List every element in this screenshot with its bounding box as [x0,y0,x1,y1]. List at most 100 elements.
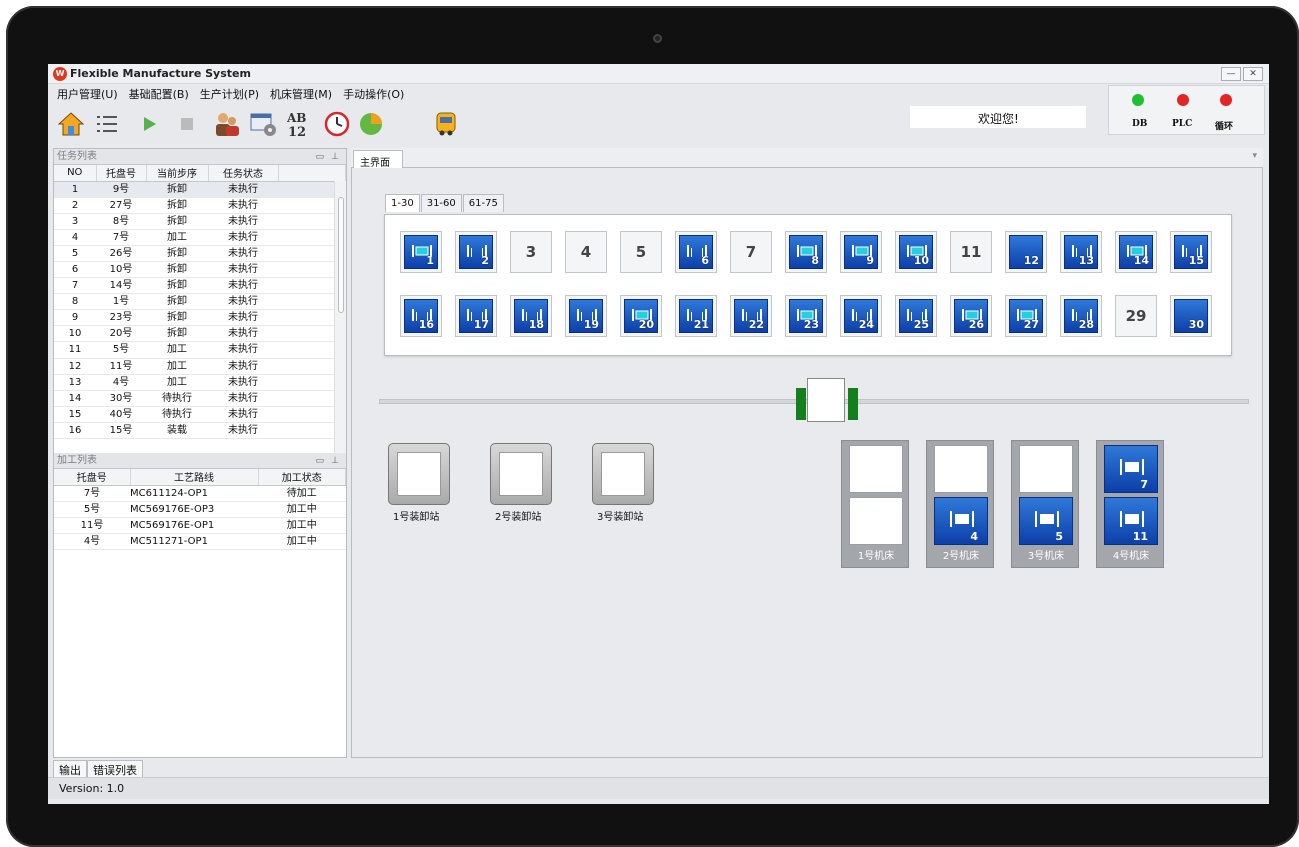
panel-float-icon[interactable]: ▭ [315,454,324,469]
pallet-cell[interactable]: 6 [675,231,717,273]
panel-pin-icon[interactable]: ⊥ [331,150,339,165]
pallet-cell[interactable]: 11 [950,231,992,273]
pallet-cell[interactable]: 28 [1060,295,1102,337]
table-row[interactable]: 10 20号 拆卸 未执行 [54,325,346,343]
table-row[interactable]: 9 23号 拆卸 未执行 [54,309,346,327]
config-icon[interactable] [248,109,278,139]
clock-icon[interactable] [322,109,352,139]
tab-pallets-31-60[interactable]: 31-60 [420,194,462,212]
task-table: NO 托盘号 当前步序 任务状态 1 9号 拆卸 未执行 2 27号 拆卸 未执行 3 8号 拆卸未… [54,165,346,453]
pallet-cell[interactable]: 20 [620,295,662,337]
menu-machine-management[interactable]: 机床管理(M) [270,86,332,102]
list-icon[interactable] [92,109,122,139]
menu-production-plan[interactable]: 生产计划(P) [200,86,259,102]
ab12-icon[interactable]: AB 12 [284,109,314,139]
pallet-cell[interactable]: 17 [455,295,497,337]
pallet-cell[interactable]: 25 [895,295,937,337]
table-row[interactable]: 12 11号 加工 未执行 [54,358,346,375]
pallet-cell[interactable]: 14 [1115,231,1157,273]
col-route[interactable]: 工艺路线 [130,469,259,486]
table-row[interactable]: 4号 MC511271-OP1 加工中 [54,533,346,550]
stop-icon[interactable] [172,109,202,139]
machine-4[interactable]: 7 11 4号机床 [1096,440,1164,568]
station-3-label: 3号装卸站 [597,512,644,523]
pallet-cell[interactable]: 3 [510,231,552,273]
panel-pin-icon[interactable]: ⊥ [331,454,339,469]
tab-pallets-61-75[interactable]: 61-75 [462,194,504,212]
machine-1[interactable]: 1号机床 [841,440,909,568]
col-pallet[interactable]: 托盘号 [54,469,131,486]
pallet-cell[interactable]: 18 [510,295,552,337]
station-1[interactable] [388,443,450,505]
pallet-icon: 22 [734,299,768,333]
pallet-cell[interactable]: 5 [620,231,662,273]
pallet-cell[interactable]: 26 [950,295,992,337]
pallet-cell[interactable]: 12 [1005,231,1047,273]
minimize-button[interactable]: — [1221,67,1241,81]
table-row[interactable]: 2 27号 拆卸 未执行 [54,197,346,214]
table-row[interactable]: 15 40号 待执行 未执行 [54,406,346,423]
pallet-cell[interactable]: 22 [730,295,772,337]
machine-3[interactable]: 5 3号机床 [1011,440,1079,568]
table-row[interactable]: 4 7号 加工 未执行 [54,229,346,246]
pallet-cell[interactable]: 9 [840,231,882,273]
table-row[interactable]: 14 30号 待执行 未执行 [54,390,346,407]
table-row[interactable]: 8 1号 拆卸 未执行 [54,293,346,311]
pallet-number: 14 [1133,254,1149,267]
station-3[interactable] [592,443,654,505]
menu-manual-operation[interactable]: 手动操作(O) [343,86,404,102]
users-icon[interactable] [212,109,242,139]
tab-main[interactable]: 主界面 [353,150,403,169]
menu-user-management[interactable]: 用户管理(U) [57,86,118,102]
pallet-cell[interactable]: 7 [730,231,772,273]
col-status[interactable]: 任务状态 [208,165,279,182]
pallet-cell[interactable]: 30 [1170,295,1212,337]
table-row[interactable]: 11 5号 加工 未执行 [54,341,346,359]
table-row[interactable]: 6 10号 拆卸 未执行 [54,261,346,279]
pallet-cell[interactable]: 15 [1170,231,1212,273]
pallet-cell[interactable]: 13 [1060,231,1102,273]
tab-pallets-1-30[interactable]: 1-30 [385,194,420,212]
pallet-number: 8 [811,254,819,267]
table-row[interactable]: 7 14号 拆卸 未执行 [54,277,346,295]
pallet-cell[interactable]: 10 [895,231,937,273]
col-pallet[interactable]: 托盘号 [96,165,147,182]
pallet-cell[interactable]: 4 [565,231,607,273]
bus-icon[interactable] [431,109,461,139]
pallet-cell[interactable]: 27 [1005,295,1047,337]
table-cell: 8 [54,293,96,311]
panel-float-icon[interactable]: ▭ [315,150,324,165]
pallet-cell[interactable]: 19 [565,295,607,337]
table-row[interactable]: 5 26号 拆卸 未执行 [54,245,346,262]
pallet-number: 18 [528,318,544,331]
pallet-cell[interactable]: 2 [455,231,497,273]
table-row[interactable]: 16 15号 装载 未执行 [54,422,346,440]
pallet-cell[interactable]: 24 [840,295,882,337]
table-row[interactable]: 1 9号 拆卸 未执行 [54,181,346,198]
close-button[interactable]: ✕ [1243,67,1263,81]
home-icon[interactable] [56,109,86,139]
table-row[interactable]: 5号 MC569176E-OP3 加工中 [54,501,346,518]
table-row[interactable]: 13 4号 加工 未执行 [54,374,346,391]
menu-basic-config[interactable]: 基础配置(B) [129,86,189,102]
col-step[interactable]: 当前步序 [146,165,209,182]
table-row[interactable]: 7号 MC611124-OP1 待加工 [54,485,346,502]
col-process-status[interactable]: 加工状态 [258,469,346,486]
pallet-cell[interactable]: 8 [785,231,827,273]
pallet-cell[interactable]: 29 [1115,295,1157,337]
pallet-cell[interactable]: 16 [400,295,442,337]
pie-chart-icon[interactable] [356,109,386,139]
machine-2[interactable]: 4 2号机床 [926,440,994,568]
table-row[interactable]: 11号 MC569176E-OP1 加工中 [54,517,346,534]
pallet-cell[interactable]: 23 [785,295,827,337]
pallet-cell[interactable]: 21 [675,295,717,337]
task-scrollbar[interactable] [334,181,346,453]
table-row[interactable]: 3 8号 拆卸 未执行 [54,213,346,230]
play-icon[interactable] [134,109,164,139]
col-no[interactable]: NO [54,165,97,182]
pallet-cell[interactable]: 1 [400,231,442,273]
rail-cart[interactable] [807,378,845,422]
station-2[interactable] [490,443,552,505]
scroll-thumb[interactable] [338,197,344,313]
chevron-down-icon[interactable]: ▾ [1252,151,1257,161]
